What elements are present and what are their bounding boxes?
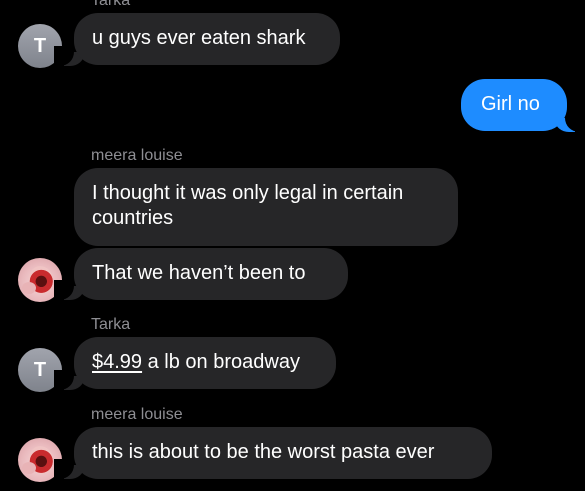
message-bubble-incoming[interactable]: $4.99 a lb on broadway bbox=[74, 337, 336, 389]
message-bubble-incoming[interactable]: I thought it was only legal in certain c… bbox=[74, 168, 458, 246]
message-text: I thought it was only legal in certain c… bbox=[92, 182, 404, 229]
message-bubble-incoming[interactable]: That we haven’t been to bbox=[74, 248, 348, 300]
message-text: Girl no bbox=[481, 93, 540, 115]
message-bubble-incoming[interactable]: u guys ever eaten shark bbox=[74, 13, 340, 65]
message-thread: Tarka T u guys ever eaten shark Girl no … bbox=[0, 0, 585, 491]
avatar-photo-detail bbox=[22, 282, 36, 294]
sender-name-meera: meera louise bbox=[91, 147, 183, 164]
sender-name-tarka: Tarka bbox=[91, 0, 131, 9]
sender-name-meera: meera louise bbox=[91, 406, 183, 423]
message-bubble-outgoing[interactable]: Girl no bbox=[461, 79, 567, 131]
message-text: That we haven’t been to bbox=[92, 262, 306, 284]
message-bubble-incoming[interactable]: this is about to be the worst pasta ever bbox=[74, 427, 492, 479]
avatar-letter: T bbox=[33, 358, 47, 381]
avatar-letter: T bbox=[33, 34, 47, 57]
sender-name-tarka: Tarka bbox=[91, 316, 131, 333]
message-text: this is about to be the worst pasta ever bbox=[92, 441, 435, 463]
message-text: a lb on broadway bbox=[142, 351, 300, 373]
avatar-photo-detail bbox=[22, 462, 36, 474]
message-text: u guys ever eaten shark bbox=[92, 27, 306, 49]
price-link[interactable]: $4.99 bbox=[92, 351, 142, 373]
